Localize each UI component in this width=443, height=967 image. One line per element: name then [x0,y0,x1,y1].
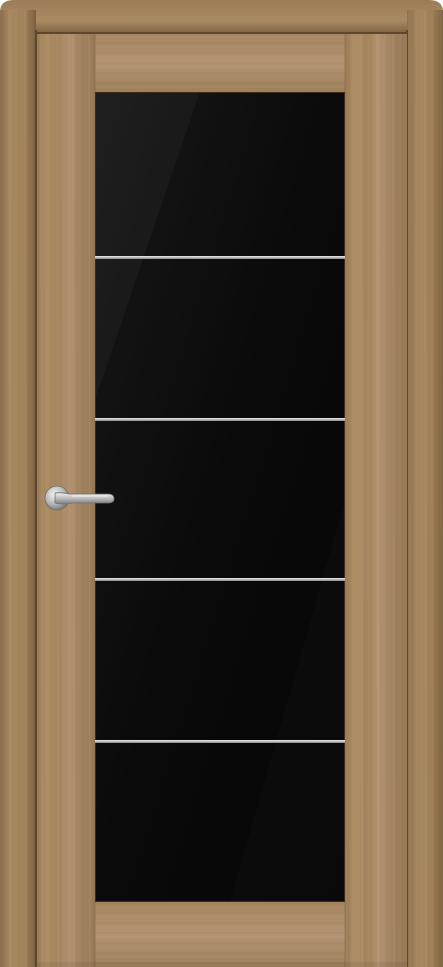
silver-strip [95,578,345,581]
door-illustration [0,0,443,967]
silver-strip [95,256,345,259]
silver-strip [95,418,345,421]
glass-insert [95,92,345,902]
door-scene [0,0,443,967]
silver-strip [95,740,345,743]
handle-lever[interactable] [54,492,115,505]
